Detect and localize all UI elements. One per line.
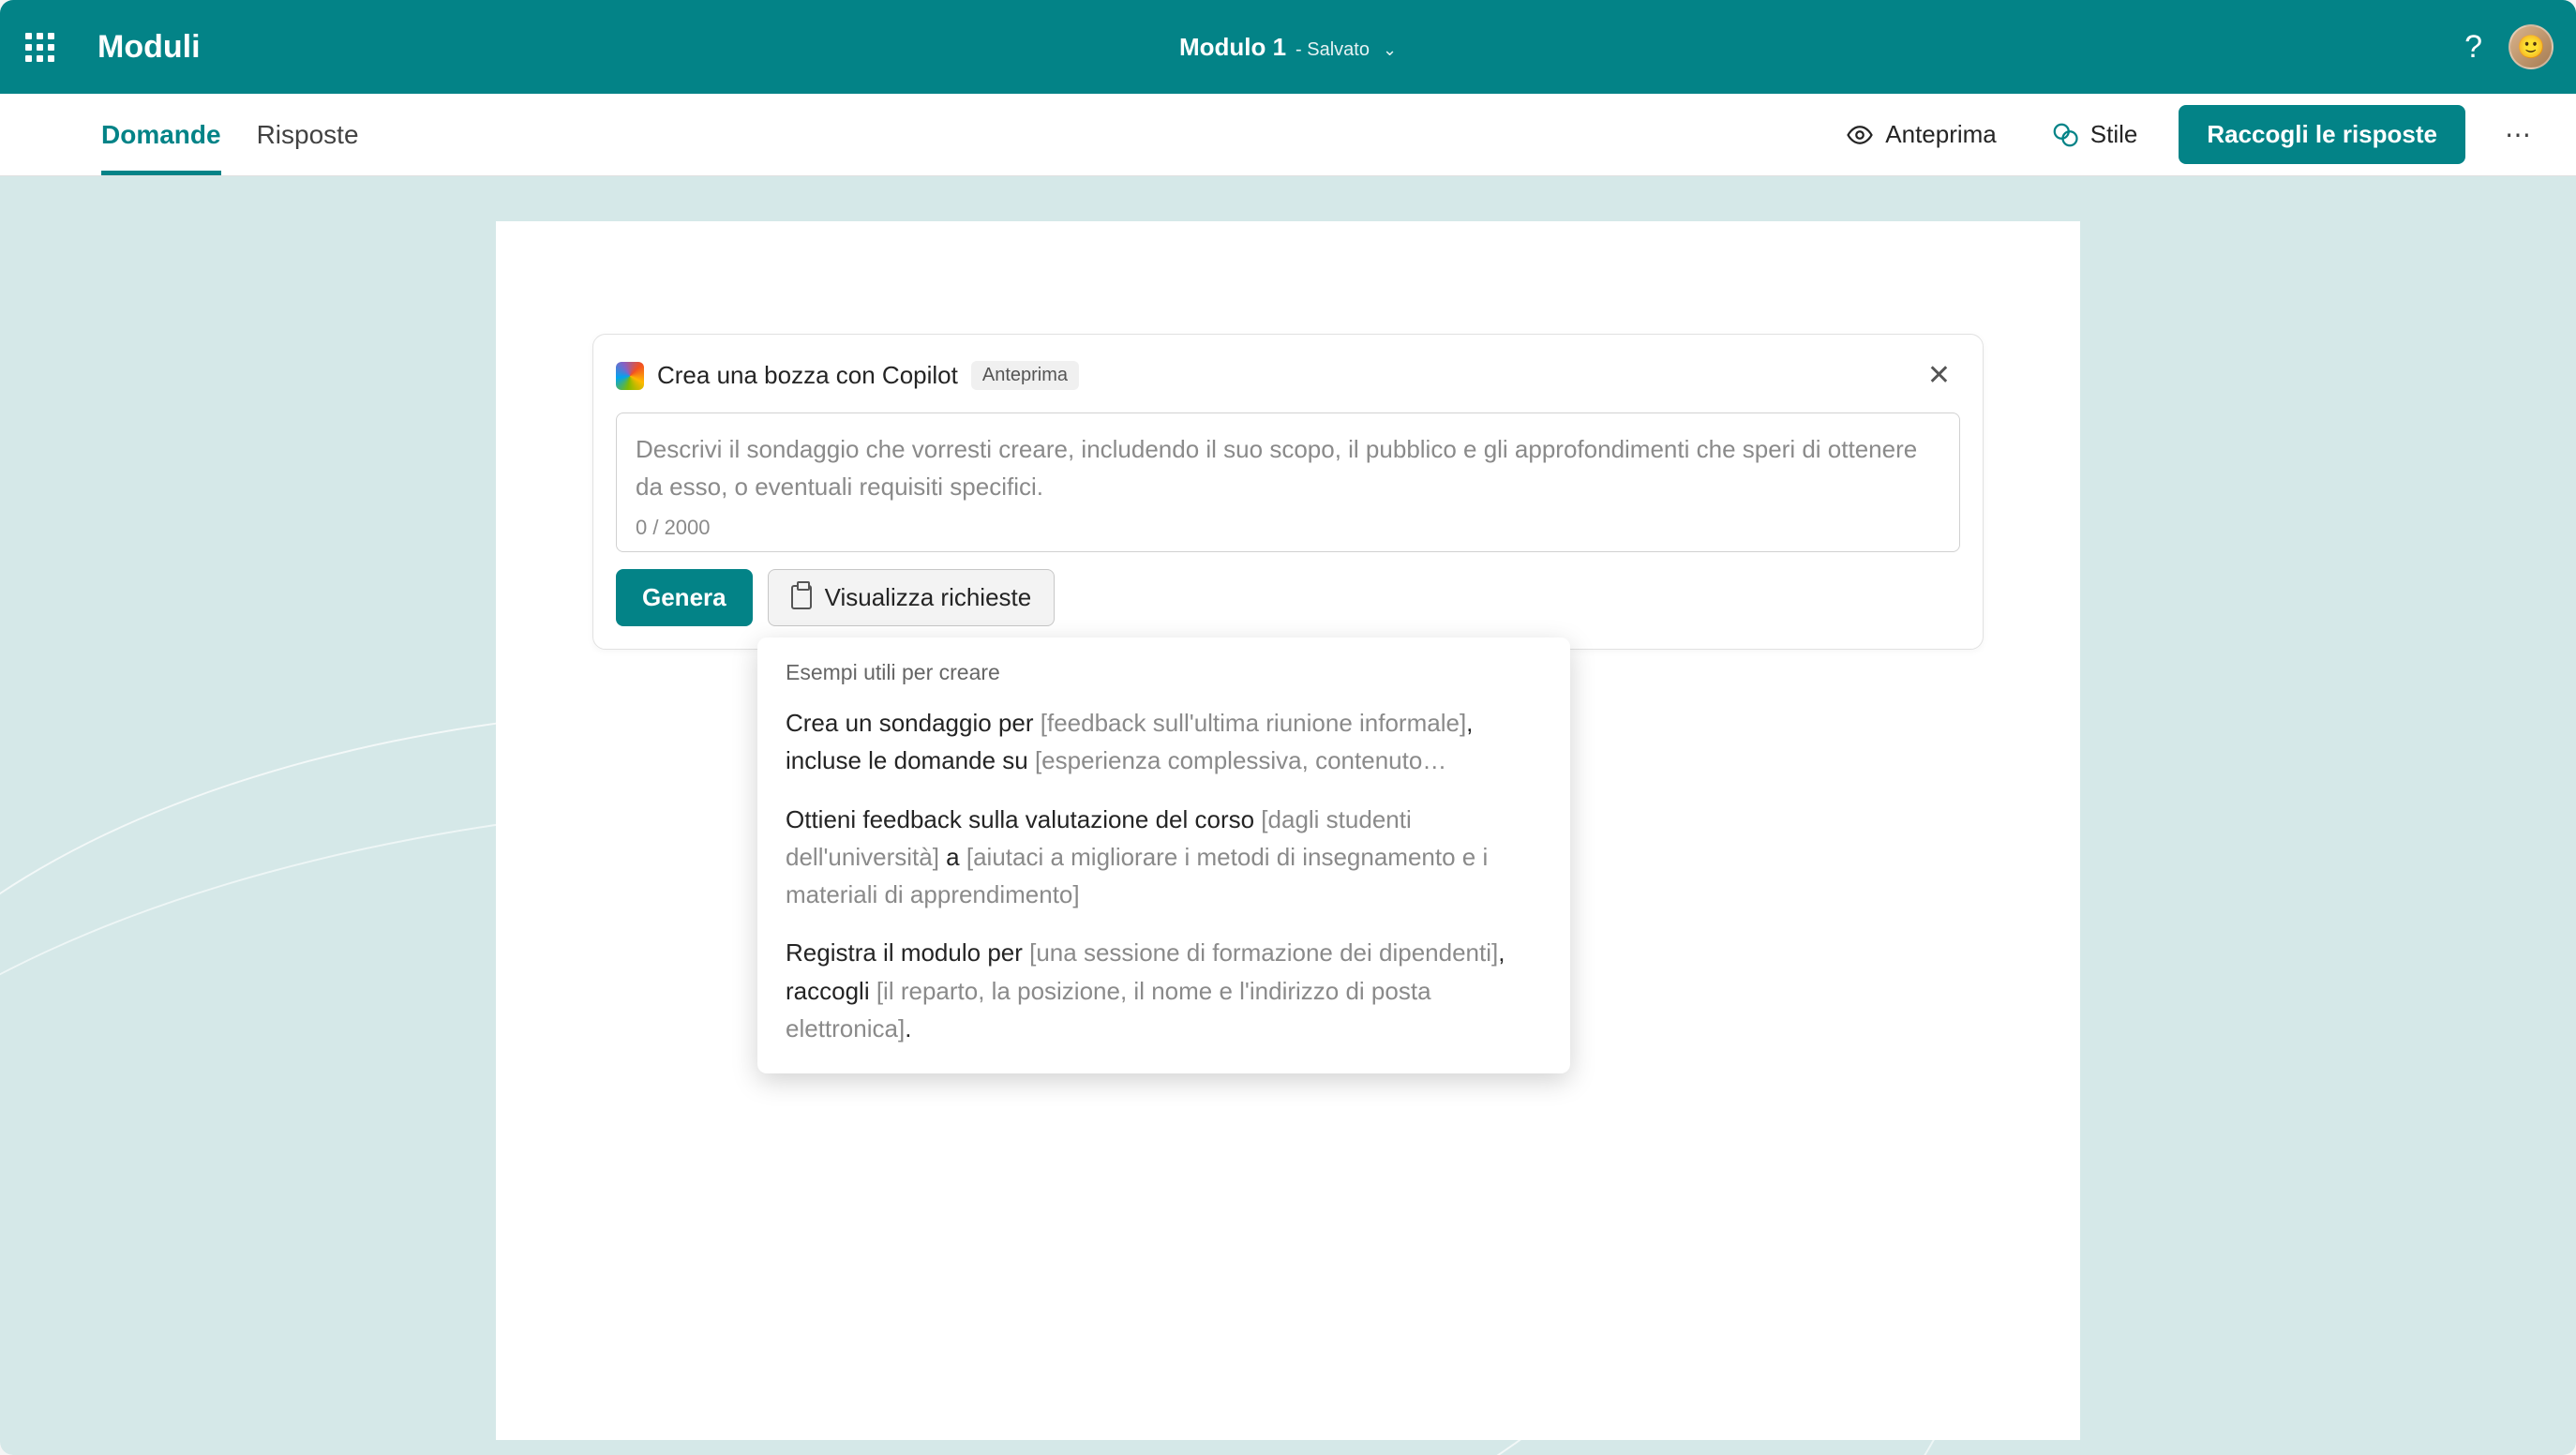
prompt-text: . — [905, 1014, 911, 1042]
app-launcher-icon[interactable] — [22, 30, 56, 64]
prompt-hint: [il reparto, la posizione, il nome e l'i… — [786, 977, 1431, 1042]
prompt-text: a — [939, 843, 966, 871]
preview-badge: Anteprima — [971, 361, 1079, 390]
prompt-hint: [esperienza complessiva, contenuto… — [1035, 746, 1446, 774]
generate-button[interactable]: Genera — [616, 569, 753, 626]
tab-responses[interactable]: Risposte — [257, 94, 359, 175]
avatar[interactable]: 🙂 — [2509, 24, 2554, 69]
copilot-prompt-input[interactable]: Descrivi il sondaggio che vorresti crear… — [616, 412, 1960, 552]
style-label: Stile — [2090, 120, 2138, 149]
prompt-suggestion[interactable]: Ottieni feedback sulla valutazione del c… — [786, 801, 1542, 914]
prompt-suggestion[interactable]: Registra il modulo per [una sessione di … — [786, 934, 1542, 1047]
prompts-popover: Esempi utili per creare Crea un sondaggi… — [757, 638, 1570, 1073]
app-window: Moduli Modulo 1 - Salvato ⌄ ? 🙂 Domande … — [0, 0, 2576, 1455]
header-bar: Moduli Modulo 1 - Salvato ⌄ ? 🙂 — [0, 0, 2576, 94]
form-title: Modulo 1 — [1179, 33, 1286, 62]
popover-title: Esempi utili per creare — [786, 660, 1542, 685]
app-name[interactable]: Moduli — [97, 29, 201, 66]
char-count: 0 / 2000 — [636, 516, 1940, 540]
prompt-placeholder: Descrivi il sondaggio che vorresti crear… — [636, 430, 1940, 506]
style-button[interactable]: Stile — [2038, 112, 2151, 157]
prompt-text: Crea un sondaggio per — [786, 709, 1041, 737]
prompt-suggestion[interactable]: Crea un sondaggio per [feedback sull'ult… — [786, 704, 1542, 780]
eye-icon — [1846, 121, 1874, 149]
view-prompts-button[interactable]: Visualizza richieste — [768, 569, 1056, 626]
more-icon[interactable]: ⋯ — [2494, 112, 2542, 158]
copilot-icon — [616, 362, 644, 390]
collect-responses-button[interactable]: Raccogli le risposte — [2179, 105, 2465, 164]
copilot-title: Crea una bozza con Copilot — [657, 361, 958, 390]
tab-questions[interactable]: Domande — [101, 94, 221, 175]
preview-label: Anteprima — [1885, 120, 1997, 149]
saved-status: - Salvato — [1295, 39, 1370, 61]
chevron-down-icon: ⌄ — [1383, 40, 1397, 60]
prompt-hint: [feedback sull'ultima riunione informale… — [1041, 709, 1466, 737]
style-icon — [2051, 121, 2079, 149]
preview-button[interactable]: Anteprima — [1833, 112, 2010, 157]
toolbar: Domande Risposte Anteprima Stile Raccogl… — [0, 94, 2576, 176]
prompt-text: Ottieni feedback sulla valutazione del c… — [786, 805, 1261, 833]
prompt-text: Registra il modulo per — [786, 938, 1029, 967]
help-icon[interactable]: ? — [2464, 29, 2482, 66]
close-icon[interactable]: ✕ — [1918, 355, 1960, 396]
copilot-card: Crea una bozza con Copilot Anteprima ✕ D… — [592, 334, 1984, 650]
prompt-hint: [una sessione di formazione dei dipenden… — [1029, 938, 1498, 967]
form-title-dropdown[interactable]: Modulo 1 - Salvato ⌄ — [1179, 33, 1397, 62]
view-prompts-label: Visualizza richieste — [825, 583, 1032, 612]
clipboard-icon — [791, 585, 812, 609]
